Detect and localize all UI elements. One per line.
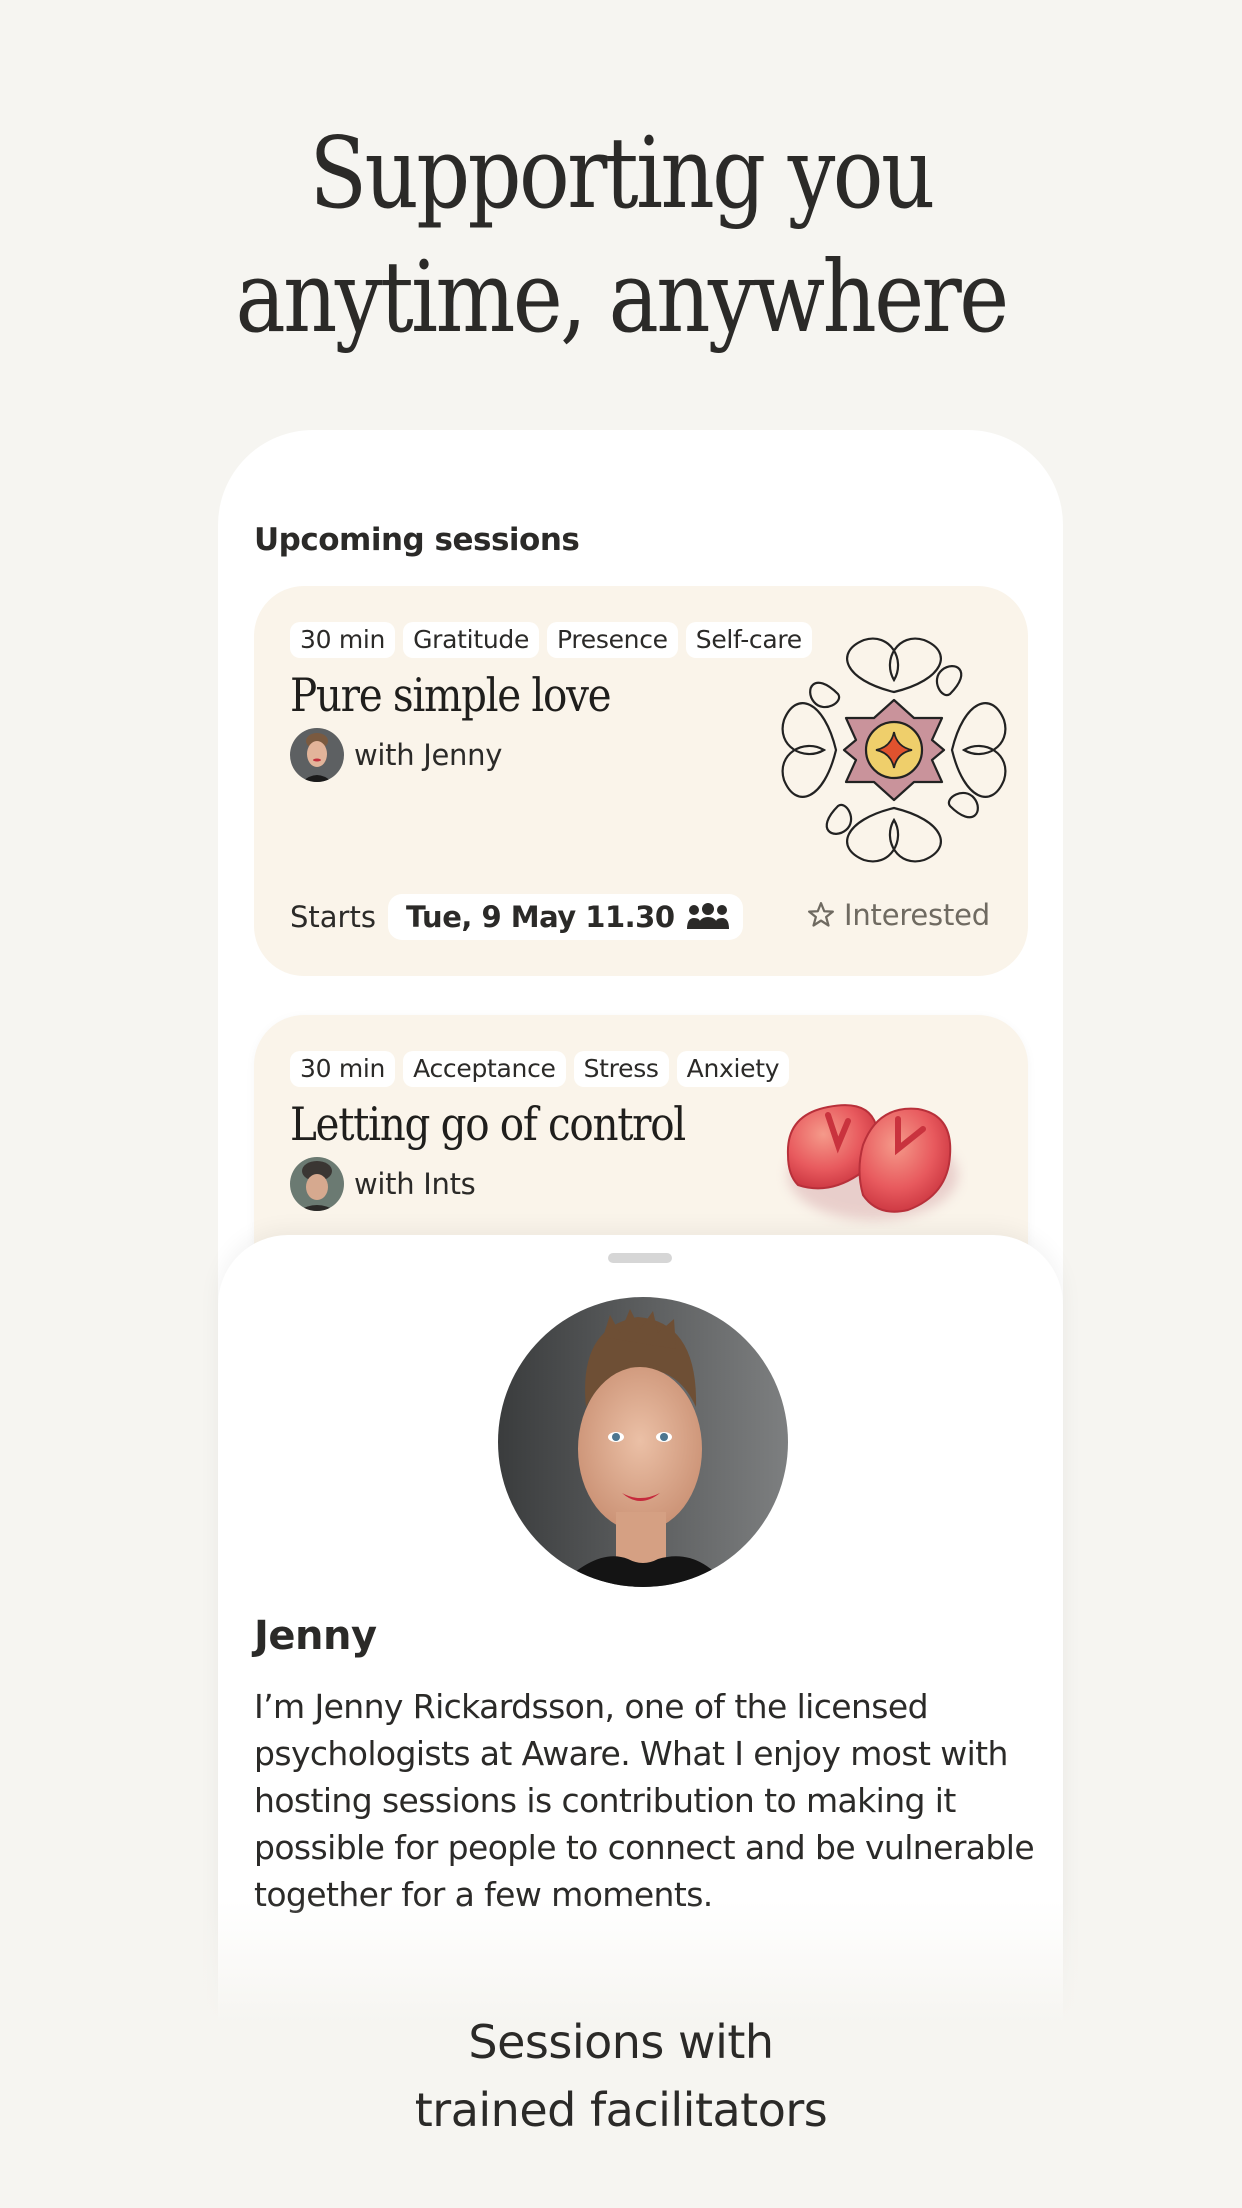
starts-label: Starts [290,900,376,934]
facilitator-photo [498,1297,788,1587]
tag: Presence [547,622,678,658]
facilitator-name: Jenny [254,1613,377,1659]
session-card[interactable]: 30 min Gratitude Presence Self-care Pure… [254,586,1028,976]
tagline-line-1: Sessions with [468,2015,774,2069]
tag: Stress [573,1051,669,1087]
star-outline-icon [807,902,834,927]
tag-duration: 30 min [290,622,396,658]
session-date-chip: Tue, 9 May 11.30 [387,894,743,940]
group-icon [686,903,729,929]
start-time-row: Starts Tue, 9 May 11.30 [290,894,743,940]
headline: Supporting you anytime, anywhere [87,112,1155,360]
mandala-illustration [781,637,1007,863]
session-tags: 30 min Gratitude Presence Self-care [290,622,812,658]
session-date: Tue, 9 May 11.30 [405,900,675,934]
session-title: Pure simple love [290,668,612,722]
tagline-line-2: trained facilitators [414,2083,828,2137]
host-name: with Jenny [354,738,503,772]
facilitator-bio: I’m Jenny Rickardsson, one of the licens… [254,1687,1035,1914]
session-tags: 30 min Acceptance Stress Anxiety [290,1051,790,1087]
session-host[interactable]: with Jenny [290,728,502,782]
session-host[interactable]: with Ints [290,1157,476,1211]
tag: Gratitude [403,622,540,658]
interested-button[interactable]: Interested [806,898,990,932]
sheet-drag-handle[interactable] [608,1253,672,1263]
interested-label: Interested [843,898,990,932]
host-avatar-jenny[interactable] [290,728,344,782]
flip-flops-illustration [786,1104,958,1220]
headline-line-2: anytime, anywhere [235,241,1009,355]
tag: Acceptance [403,1051,566,1087]
host-name: with Ints [354,1167,476,1201]
host-avatar-ints[interactable] [290,1157,344,1211]
tagline: Sessions with trained facilitators [0,2008,1242,2144]
section-title: Upcoming sessions [254,522,580,558]
tag: Anxiety [676,1051,790,1087]
session-title: Letting go of control [290,1097,686,1151]
headline-line-1: Supporting you [309,117,935,231]
tag-duration: 30 min [290,1051,396,1087]
